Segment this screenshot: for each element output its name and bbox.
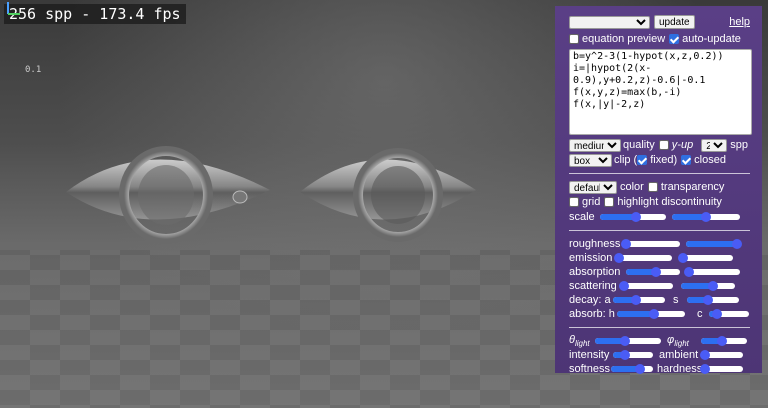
- help-link[interactable]: help: [729, 16, 750, 28]
- emission-slider-2[interactable]: [677, 253, 733, 263]
- theta-light-label: θlight: [569, 333, 590, 349]
- transparency-checkbox[interactable]: [647, 182, 658, 192]
- decay-a-slider[interactable]: [613, 295, 665, 305]
- softness-label: softness: [569, 363, 610, 375]
- closed-label: closed: [694, 154, 726, 166]
- highlight-discontinuity-checkbox[interactable]: [604, 197, 615, 207]
- left-eye-object: [66, 146, 270, 244]
- color-label: color: [620, 181, 644, 193]
- scale-slider-1[interactable]: [600, 212, 666, 222]
- hardness-slider[interactable]: [700, 364, 743, 374]
- scattering-slider-2[interactable]: [681, 281, 735, 291]
- roughness-slider-1[interactable]: [621, 239, 680, 249]
- clip-select[interactable]: box: [569, 153, 612, 167]
- absorb-c-label: c: [697, 308, 703, 320]
- emission-slider-1[interactable]: [614, 253, 672, 263]
- intensity-slider[interactable]: [613, 350, 653, 360]
- auto-update-checkbox[interactable]: [669, 34, 680, 44]
- ambient-slider[interactable]: [700, 350, 743, 360]
- roughness-slider-2[interactable]: [686, 239, 743, 249]
- phi-light-slider[interactable]: [701, 336, 747, 346]
- equation-preview-checkbox[interactable]: [569, 34, 579, 44]
- preset-select[interactable]: [569, 15, 650, 29]
- control-panel: update help equation preview auto-update…: [555, 6, 762, 375]
- axis-scale-label: 0.1: [25, 65, 42, 75]
- ambient-label: ambient: [659, 349, 699, 361]
- absorption-slider-1[interactable]: [626, 267, 680, 277]
- grid-label: grid: [582, 196, 601, 208]
- emission-label: emission: [569, 252, 613, 264]
- transparency-label: transparency: [660, 181, 725, 193]
- quality-label: quality: [623, 139, 655, 151]
- absorption-slider-2[interactable]: [683, 267, 740, 277]
- highlight-discontinuity-label: highlight discontinuity: [617, 196, 722, 208]
- right-eye-object: [300, 148, 476, 242]
- spp-select[interactable]: 2⁴: [701, 138, 728, 152]
- absorb-h-slider[interactable]: [617, 309, 685, 319]
- decay-a-label: decay: a: [569, 294, 611, 306]
- color-select[interactable]: default: [569, 180, 617, 194]
- absorb-h-label: absorb: h: [569, 308, 615, 320]
- scattering-slider-1[interactable]: [618, 281, 673, 291]
- closed-checkbox[interactable]: [681, 155, 692, 165]
- scattering-label: scattering: [569, 280, 617, 292]
- auto-update-label: auto-update: [682, 33, 741, 45]
- fps-counter: 256 spp - 173.4 fps: [4, 4, 186, 24]
- roughness-label: roughness: [569, 238, 621, 250]
- equation-textarea[interactable]: b=y^2-3(1-hypot(x,z,0.2)) i=|hypot(2(x-0…: [569, 49, 752, 135]
- axes-gizmo-icon: [7, 2, 20, 15]
- fixed-checkbox[interactable]: [637, 155, 648, 165]
- divider: [569, 173, 750, 174]
- absorb-c-slider[interactable]: [709, 309, 749, 319]
- decay-s-label: s: [673, 294, 679, 306]
- absorption-label: absorption: [569, 266, 621, 278]
- y-up-label: y-up: [671, 139, 694, 151]
- grid-checkbox[interactable]: [569, 197, 579, 207]
- update-button[interactable]: update: [654, 15, 695, 29]
- phi-light-label: φlight: [667, 333, 689, 349]
- clip-label: clip (: [614, 154, 638, 166]
- intensity-label: intensity: [569, 349, 610, 361]
- y-up-checkbox[interactable]: [658, 140, 669, 150]
- divider: [569, 230, 750, 231]
- fixed-label: fixed): [650, 154, 678, 166]
- theta-light-slider[interactable]: [595, 336, 661, 346]
- hardness-label: hardness: [657, 363, 703, 375]
- quality-select[interactable]: medium: [569, 138, 621, 152]
- spp-label: spp: [730, 139, 748, 151]
- decay-s-slider[interactable]: [687, 295, 739, 305]
- scale-label: scale: [569, 211, 595, 223]
- divider: [569, 327, 750, 328]
- equation-preview-label: equation preview: [582, 33, 666, 45]
- scale-slider-2[interactable]: [672, 212, 740, 222]
- softness-slider[interactable]: [611, 364, 653, 374]
